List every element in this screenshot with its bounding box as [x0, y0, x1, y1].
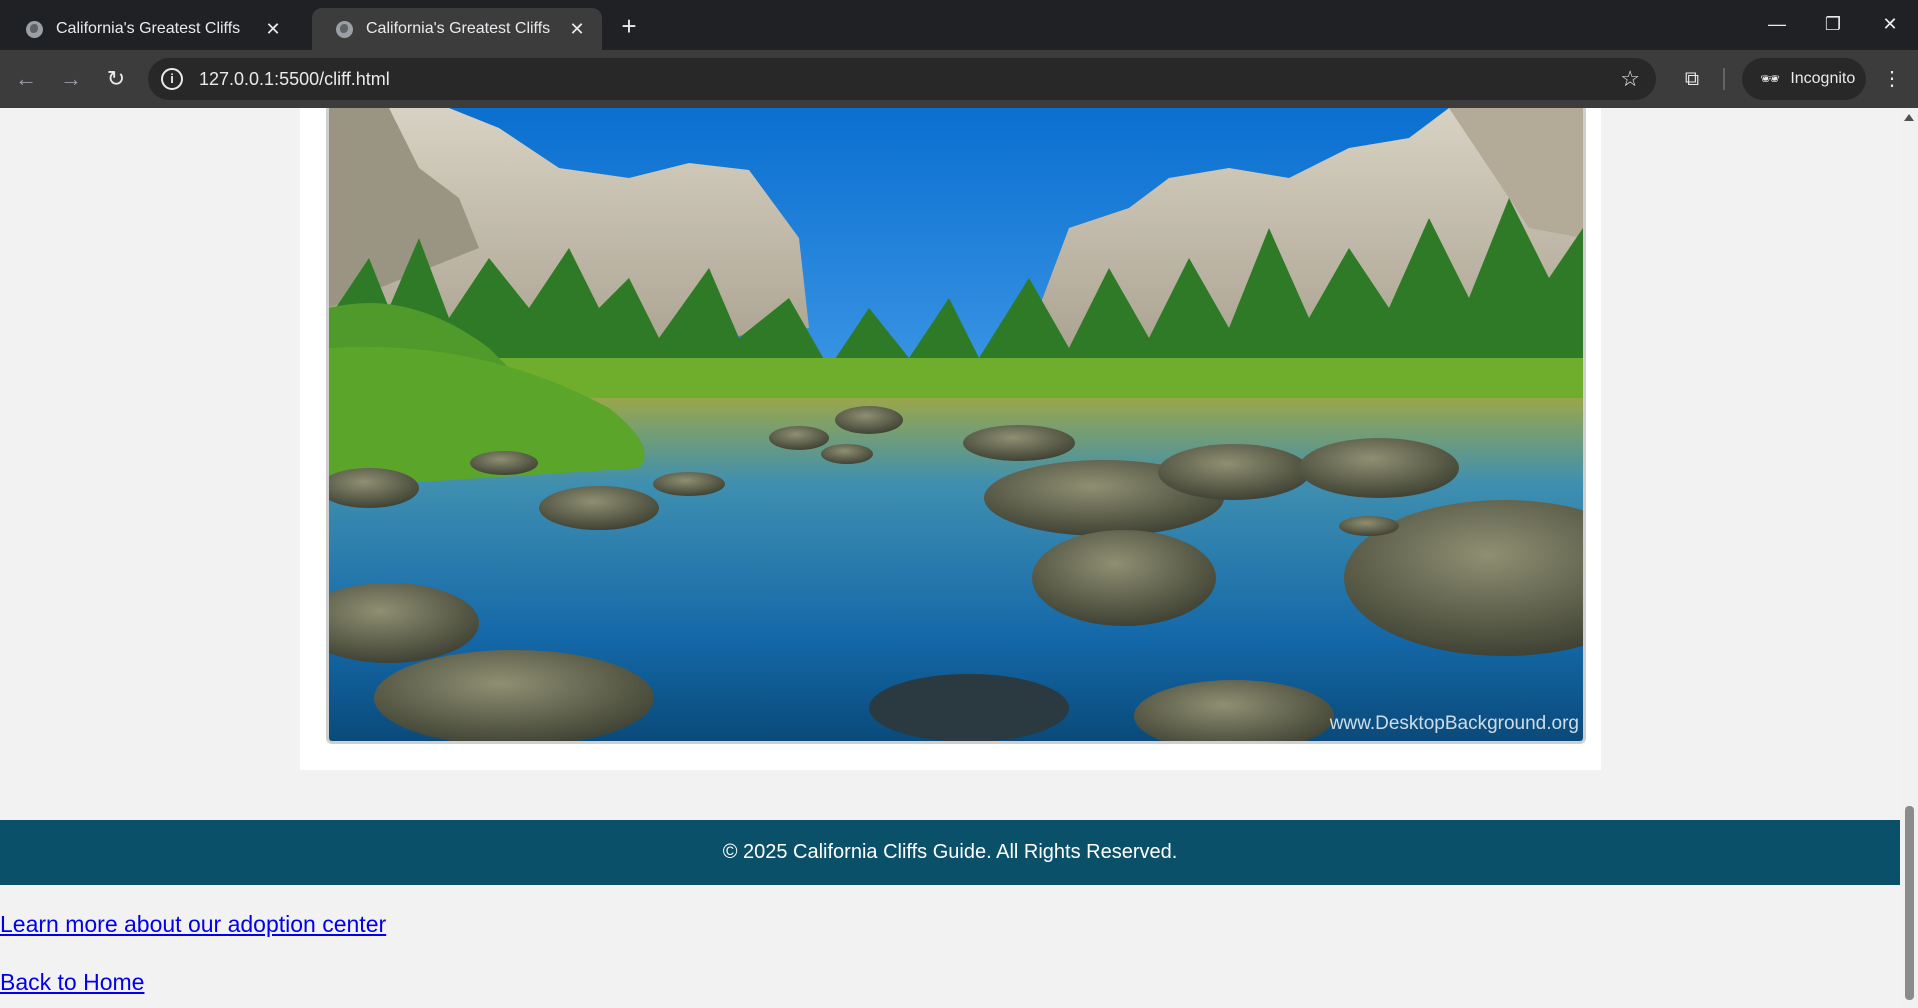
info-icon[interactable]: i [161, 68, 183, 90]
image-watermark: www.DesktopBackground.org [1329, 713, 1579, 734]
tab-inactive[interactable]: California's Greatest Cliffs ✕ [2, 8, 298, 50]
minimize-button[interactable]: — [1757, 8, 1797, 40]
new-tab-button[interactable]: + [614, 12, 644, 42]
globe-icon [26, 20, 43, 38]
incognito-button[interactable]: 🕶 Incognito [1742, 58, 1866, 100]
cliff-photo: www.DesktopBackground.org [326, 108, 1586, 744]
cast-search-icon[interactable]: ⧉ [1675, 62, 1709, 96]
landscape-image [329, 108, 1583, 741]
incognito-label: Incognito [1790, 70, 1856, 87]
back-arrow-icon[interactable]: ← [9, 62, 43, 96]
browser-toolbar: ← → ↻ i 127.0.0.1:5500/cliff.html ☆ ⧉ 🕶 … [0, 50, 1918, 108]
page-scrollbar[interactable] [1900, 108, 1918, 1008]
reload-icon[interactable]: ↻ [99, 62, 133, 96]
incognito-icon: 🕶 [1760, 71, 1781, 88]
footer-text: © 2025 California Cliffs Guide. All Righ… [722, 841, 1178, 863]
page-viewport: www.DesktopBackground.org © 2025 Califor… [0, 108, 1900, 1008]
adoption-center-link[interactable]: Learn more about our adoption center [0, 911, 386, 938]
image-card: www.DesktopBackground.org [300, 108, 1601, 770]
restore-button[interactable]: ❐ [1813, 8, 1853, 40]
back-to-home-link[interactable]: Back to Home [0, 969, 144, 996]
kebab-menu-icon[interactable]: ⋮ [1875, 62, 1909, 96]
window-close-button[interactable]: ✕ [1870, 8, 1910, 40]
tab-title: California's Greatest Cliffs [366, 20, 551, 37]
address-bar[interactable]: i 127.0.0.1:5500/cliff.html ☆ [148, 58, 1656, 100]
url-text[interactable]: 127.0.0.1:5500/cliff.html [199, 69, 390, 90]
tab-strip: California's Greatest Cliffs ✕ Californi… [0, 0, 1918, 50]
tab-title: California's Greatest Cliffs [56, 20, 241, 37]
forward-arrow-icon[interactable]: → [54, 62, 88, 96]
tab-active[interactable]: California's Greatest Cliffs ✕ [312, 8, 602, 50]
scrollbar-thumb[interactable] [1905, 806, 1914, 1000]
page-footer: © 2025 California Cliffs Guide. All Righ… [0, 820, 1900, 885]
globe-icon [336, 20, 353, 38]
star-icon[interactable]: ☆ [1620, 66, 1640, 92]
scroll-up-arrow-icon[interactable] [1904, 114, 1914, 121]
toolbar-divider [1723, 68, 1725, 90]
tab-close-button[interactable]: ✕ [566, 18, 588, 40]
tab-close-button[interactable]: ✕ [262, 18, 284, 40]
